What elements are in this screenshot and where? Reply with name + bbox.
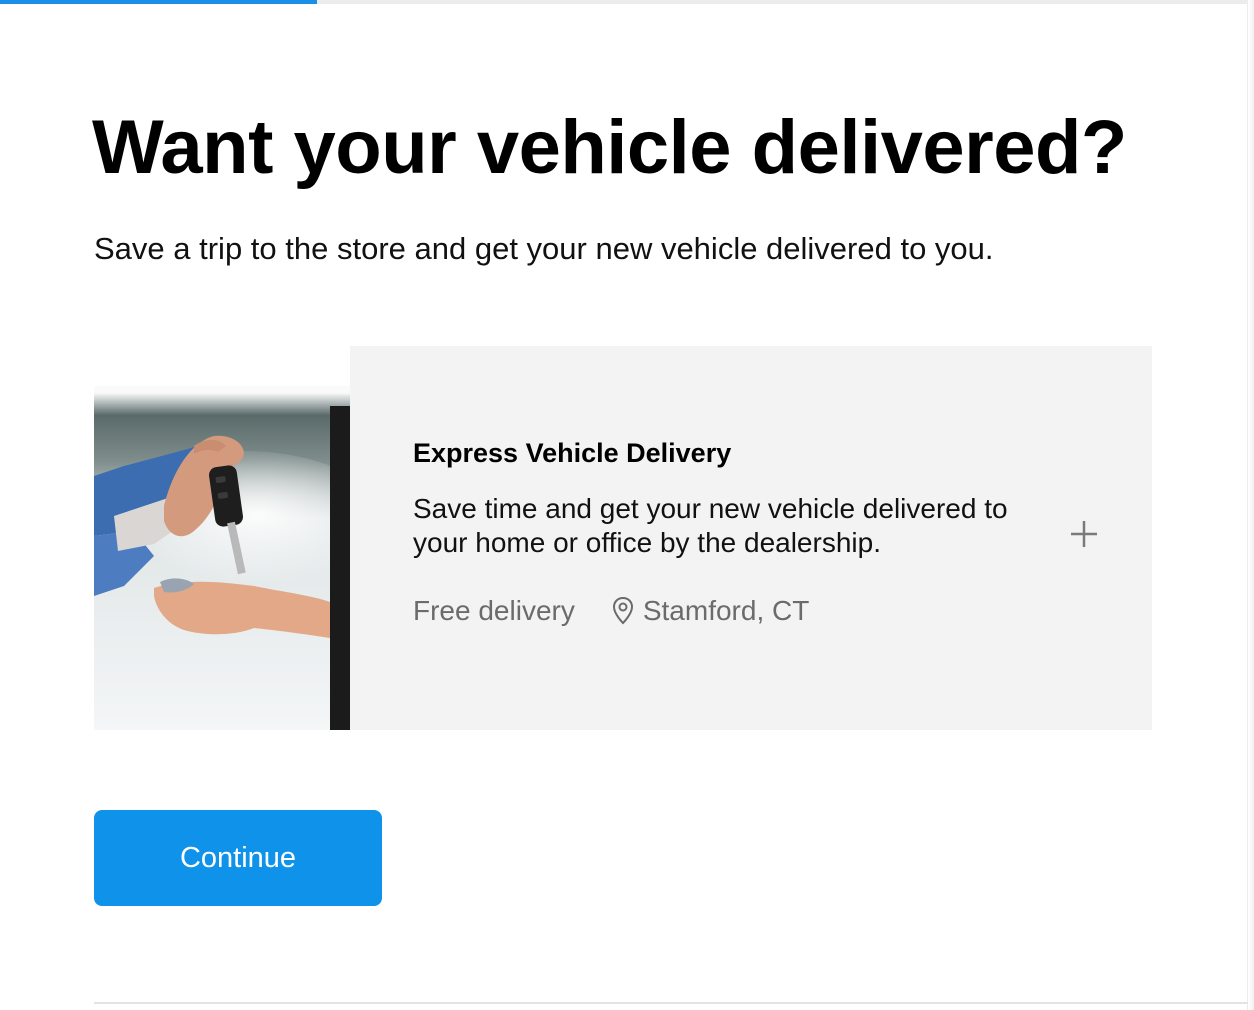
- page: Want your vehicle delivered? Save a trip…: [0, 0, 1254, 1010]
- card-description: Save time and get your new vehicle deliv…: [413, 493, 1008, 558]
- delivery-location: Stamford, CT: [611, 594, 809, 628]
- card-title: Express Vehicle Delivery: [413, 438, 732, 468]
- page-subtitle: Save a trip to the store and get your ne…: [94, 231, 994, 266]
- hand-giving-car-keys-photo: [94, 346, 350, 730]
- card-meta: Free delivery Stamford, CT: [413, 594, 1053, 628]
- location-pin-icon: [612, 596, 633, 625]
- express-delivery-option-card[interactable]: Express Vehicle Delivery Save time and g…: [94, 346, 1152, 730]
- plus-icon[interactable]: [1068, 518, 1100, 550]
- delivery-price-label: Free delivery: [413, 595, 575, 626]
- bottom-divider: [94, 1002, 1248, 1004]
- card-body: Express Vehicle Delivery Save time and g…: [413, 436, 1053, 628]
- scrollbar[interactable]: [1247, 0, 1254, 1010]
- progress-bar: [0, 0, 1248, 4]
- page-title: Want your vehicle delivered?: [92, 105, 1127, 190]
- location-text: Stamford, CT: [642, 595, 810, 626]
- progress-bar-fill: [0, 0, 317, 4]
- continue-button[interactable]: Continue: [94, 810, 382, 906]
